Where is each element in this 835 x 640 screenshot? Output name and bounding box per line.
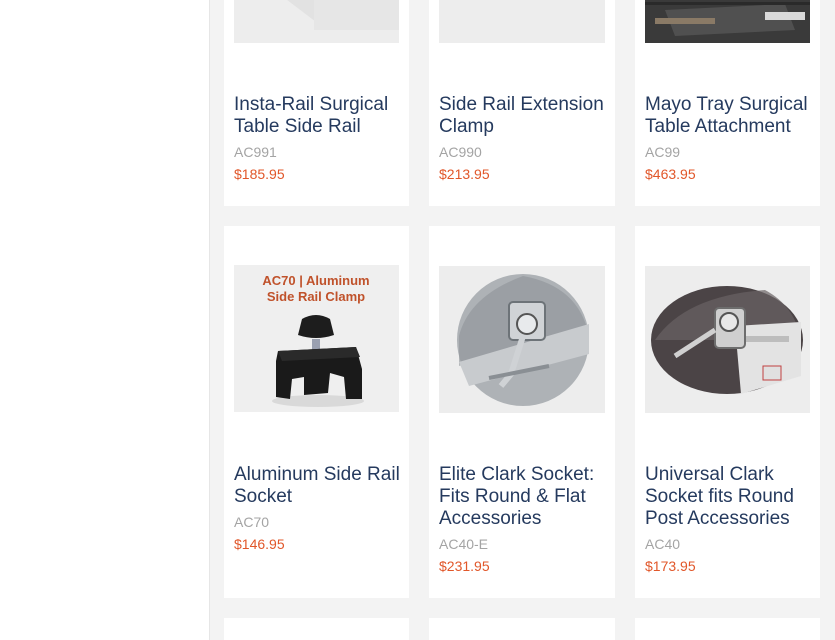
product-title[interactable]: Side Rail Extension Clamp xyxy=(439,94,611,138)
product-sku: AC99 xyxy=(645,144,681,160)
product-grid: Insta-Rail Surgical Table Side Rail AC99… xyxy=(0,0,835,640)
product-sku: AC40-E xyxy=(439,536,489,552)
product-price: $146.95 xyxy=(234,536,285,552)
product-title[interactable]: Universal Clark Socket fits Round Post A… xyxy=(645,464,817,530)
svg-text:Side Rail Clamp: Side Rail Clamp xyxy=(267,289,365,304)
product-price: $185.95 xyxy=(234,166,285,182)
universal-clark-socket-image[interactable] xyxy=(645,266,810,413)
product-price: $173.95 xyxy=(645,558,696,574)
product-card[interactable]: Side Rail Extension Clamp AC990 $213.95 xyxy=(429,0,615,206)
product-card[interactable] xyxy=(635,618,820,640)
elite-clark-socket-image[interactable] xyxy=(439,266,605,413)
product-price: $231.95 xyxy=(439,558,490,574)
product-card[interactable] xyxy=(224,618,409,640)
product-sku: AC40 xyxy=(645,536,681,552)
product-title[interactable]: Elite Clark Socket: Fits Round & Flat Ac… xyxy=(439,464,611,530)
product-card[interactable] xyxy=(429,618,615,640)
mayo-tray-image[interactable] xyxy=(645,0,810,43)
product-card[interactable]: Mayo Tray Surgical Table Attachment AC99… xyxy=(635,0,820,206)
product-price: $463.95 xyxy=(645,166,696,182)
product-price: $213.95 xyxy=(439,166,490,182)
product-sku: AC990 xyxy=(439,144,482,160)
product-title[interactable]: Aluminum Side Rail Socket xyxy=(234,464,406,508)
product-sku: AC991 xyxy=(234,144,277,160)
product-card[interactable]: Insta-Rail Surgical Table Side Rail AC99… xyxy=(224,0,409,206)
extension-clamp-image[interactable] xyxy=(439,0,605,43)
side-rail-image[interactable] xyxy=(234,0,399,43)
product-card[interactable]: Elite Clark Socket: Fits Round & Flat Ac… xyxy=(429,226,615,598)
product-card[interactable]: Universal Clark Socket fits Round Post A… xyxy=(635,226,820,598)
svg-text:AC70 | Aluminum: AC70 | Aluminum xyxy=(262,273,369,288)
product-title[interactable]: Mayo Tray Surgical Table Attachment xyxy=(645,94,817,138)
product-title[interactable]: Insta-Rail Surgical Table Side Rail xyxy=(234,94,406,138)
aluminum-socket-image[interactable]: AC70 | Aluminum Side Rail Clamp xyxy=(234,265,399,412)
product-sku: AC70 xyxy=(234,514,270,530)
product-card[interactable]: AC70 | Aluminum Side Rail Clamp Aluminum… xyxy=(224,226,409,598)
